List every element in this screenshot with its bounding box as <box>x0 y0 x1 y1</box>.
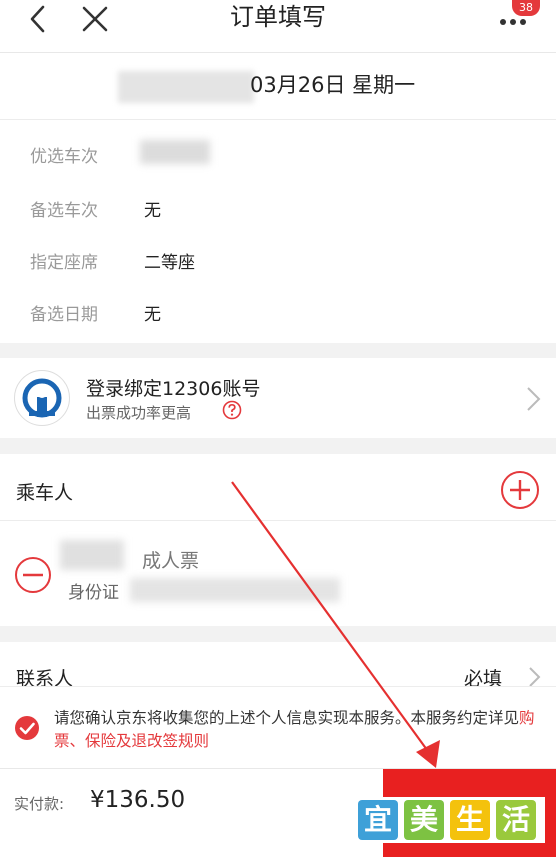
checked-checkbox-icon[interactable] <box>14 715 40 741</box>
ticket-type: 成人票 <box>142 550 200 572</box>
pay-label: 实付款: <box>14 795 65 813</box>
more-icon[interactable] <box>500 18 526 26</box>
id-type-label: 身份证 <box>68 583 119 603</box>
chevron-right-icon <box>529 667 541 687</box>
watermark-char: 活 <box>496 800 536 840</box>
trip-date: 03月26日 星期一 <box>250 73 416 97</box>
remove-passenger-icon[interactable] <box>14 556 52 594</box>
page-title: 订单填写 <box>230 3 326 31</box>
train-info-section: 优选车次 备选车次 无 指定座席 二等座 备选日期 无 <box>0 120 556 343</box>
bind-account-subtitle: 出票成功率更高 <box>86 404 192 422</box>
watermark-logo: 宜 美 生 活 <box>349 797 545 843</box>
trip-date-section: 03月26日 星期一 <box>0 53 556 120</box>
alternate-train-value: 无 <box>144 201 161 221</box>
consent-text: 请您确认京东将收集您的上述个人信息实现本服务。本服务约定详见 <box>54 709 520 727</box>
watermark-char: 美 <box>404 800 444 840</box>
passenger-title: 乘车人 <box>16 482 74 504</box>
bind-12306-account-row[interactable]: 登录绑定12306账号 出票成功率更高 <box>0 358 556 438</box>
passenger-section: 乘车人 成人票 身份证 <box>0 454 556 626</box>
seat-class-label: 指定座席 <box>30 253 98 273</box>
bind-account-title: 登录绑定12306账号 <box>86 378 261 400</box>
contact-row[interactable]: 联系人 必填 <box>0 642 556 692</box>
alternate-date-label: 备选日期 <box>30 305 98 325</box>
app-header: 订单填写 38 <box>0 0 556 53</box>
watermark-char: 宜 <box>358 800 398 840</box>
message-count-badge: 38 <box>512 0 540 16</box>
privacy-consent-section: 请您确认京东将收集您的上述个人信息实现本服务。本服务约定详见购票、保险及退改签规… <box>0 686 556 769</box>
pay-amount: ¥136.50 <box>90 787 186 813</box>
alternate-date-value: 无 <box>144 305 161 325</box>
watermark-char: 生 <box>450 800 490 840</box>
help-icon[interactable] <box>222 400 242 420</box>
blurred-passenger-name <box>60 540 124 570</box>
add-passenger-icon[interactable] <box>500 470 540 510</box>
divider <box>0 520 556 521</box>
china-railway-logo <box>14 370 70 426</box>
railway-emblem-icon <box>22 378 62 418</box>
blurred-id-number <box>130 578 340 602</box>
blurred-train-number <box>140 140 210 164</box>
consent-text-block: 请您确认京东将收集您的上述个人信息实现本服务。本服务约定详见购票、保险及退改签规… <box>54 707 542 753</box>
alternate-train-label: 备选车次 <box>30 201 98 221</box>
preferred-train-label: 优选车次 <box>30 147 98 167</box>
seat-class-value: 二等座 <box>144 253 195 273</box>
blurred-departure-info <box>118 71 254 103</box>
chevron-right-icon <box>527 387 541 411</box>
